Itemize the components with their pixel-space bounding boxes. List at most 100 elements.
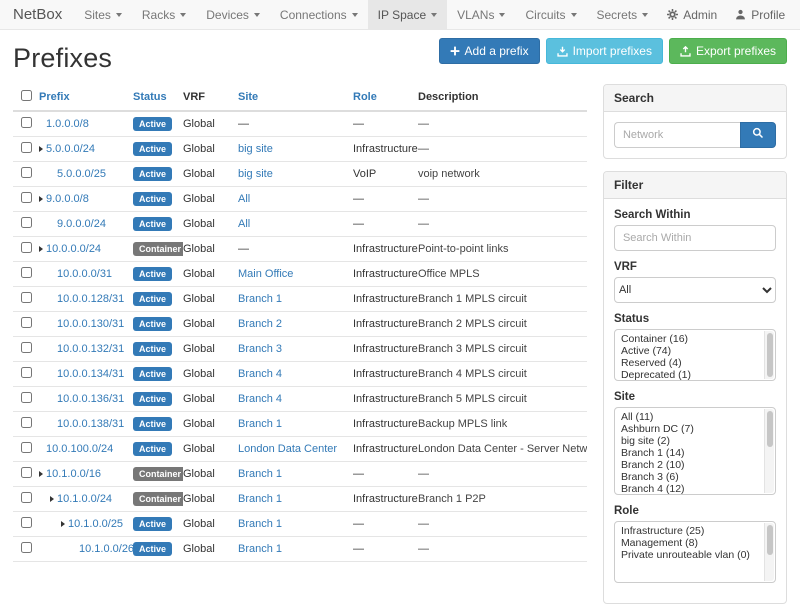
- row-checkbox[interactable]: [21, 217, 32, 228]
- prefix-link[interactable]: 5.0.0.0/24: [46, 143, 95, 155]
- nav-menu-item[interactable]: Devices: [196, 0, 270, 29]
- scrollbar[interactable]: [764, 409, 774, 493]
- search-input[interactable]: [614, 122, 740, 148]
- prefix-link[interactable]: 10.1.0.0/25: [68, 518, 123, 530]
- prefix-link[interactable]: 10.1.0.0/16: [46, 468, 101, 480]
- expand-arrow-icon[interactable]: [39, 471, 43, 477]
- column-header-status[interactable]: Status: [133, 84, 183, 111]
- prefix-link[interactable]: 10.1.0.0/26: [79, 543, 133, 555]
- prefix-link[interactable]: 10.0.0.0/31: [57, 268, 112, 280]
- prefix-link[interactable]: 9.0.0.0/8: [46, 193, 89, 205]
- nav-menu-item[interactable]: VLANs: [447, 0, 515, 29]
- nav-menu-item[interactable]: Circuits: [515, 0, 586, 29]
- row-checkbox[interactable]: [21, 367, 32, 378]
- prefix-link[interactable]: 10.0.0.132/31: [57, 343, 124, 355]
- row-checkbox[interactable]: [21, 467, 32, 478]
- prefix-link[interactable]: 10.1.0.0/24: [57, 493, 112, 505]
- site-link[interactable]: Branch 4: [238, 393, 282, 405]
- select-all-checkbox[interactable]: [21, 90, 32, 101]
- prefix-link[interactable]: 10.0.0.134/31: [57, 368, 124, 380]
- prefix-link[interactable]: 1.0.0.0/8: [46, 118, 89, 130]
- role-option[interactable]: Management (8): [621, 537, 760, 549]
- row-checkbox[interactable]: [21, 292, 32, 303]
- site-link[interactable]: All: [238, 218, 250, 230]
- status-option[interactable]: Container (16): [621, 333, 760, 345]
- prefix-link[interactable]: 5.0.0.0/25: [57, 168, 106, 180]
- add-prefix-button[interactable]: Add a prefix: [439, 38, 540, 64]
- row-checkbox[interactable]: [21, 417, 32, 428]
- admin-link[interactable]: Admin: [658, 0, 726, 29]
- nav-menu-item[interactable]: Racks: [132, 0, 196, 29]
- site-link[interactable]: big site: [238, 168, 273, 180]
- row-checkbox[interactable]: [21, 517, 32, 528]
- prefix-link[interactable]: 9.0.0.0/24: [57, 218, 106, 230]
- row-checkbox[interactable]: [21, 167, 32, 178]
- column-header-role[interactable]: Role: [353, 84, 418, 111]
- scrollbar[interactable]: [764, 331, 774, 379]
- site-link[interactable]: London Data Center: [238, 443, 337, 455]
- site-link[interactable]: Branch 3: [238, 343, 282, 355]
- expand-arrow-icon[interactable]: [39, 146, 43, 152]
- row-checkbox[interactable]: [21, 267, 32, 278]
- site-option[interactable]: All (11): [621, 411, 760, 423]
- expand-arrow-icon[interactable]: [39, 246, 43, 252]
- site-link[interactable]: Branch 2: [238, 318, 282, 330]
- site-link[interactable]: All: [238, 193, 250, 205]
- site-option[interactable]: Branch 3 (6): [621, 471, 760, 483]
- export-prefixes-button[interactable]: Export prefixes: [669, 38, 787, 64]
- site-option[interactable]: Branch 4 (12): [621, 483, 760, 495]
- netbox-logo[interactable]: NetBox: [13, 0, 74, 29]
- profile-link[interactable]: Profile: [726, 0, 794, 29]
- status-option[interactable]: Active (74): [621, 345, 760, 357]
- row-checkbox[interactable]: [21, 442, 32, 453]
- prefix-link[interactable]: 10.0.0.130/31: [57, 318, 124, 330]
- row-checkbox[interactable]: [21, 542, 32, 553]
- nav-menu-item[interactable]: Secrets: [587, 0, 659, 29]
- expand-arrow-icon[interactable]: [50, 496, 54, 502]
- site-link[interactable]: Branch 1: [238, 418, 282, 430]
- site-link[interactable]: big site: [238, 143, 273, 155]
- search-button[interactable]: [740, 122, 776, 148]
- site-link[interactable]: Branch 4: [238, 368, 282, 380]
- row-checkbox[interactable]: [21, 317, 32, 328]
- row-checkbox[interactable]: [21, 117, 32, 128]
- site-link[interactable]: Branch 1: [238, 293, 282, 305]
- row-checkbox[interactable]: [21, 192, 32, 203]
- prefix-link[interactable]: 10.0.0.128/31: [57, 293, 124, 305]
- expand-arrow-icon[interactable]: [39, 196, 43, 202]
- logout-link[interactable]: Log out: [794, 0, 800, 29]
- row-checkbox[interactable]: [21, 492, 32, 503]
- role-option[interactable]: Private unrouteable vlan (0): [621, 549, 760, 561]
- column-header-prefix[interactable]: Prefix: [39, 84, 133, 111]
- nav-menu-item[interactable]: Sites: [74, 0, 132, 29]
- site-link[interactable]: Branch 1: [238, 543, 282, 555]
- site-link[interactable]: Main Office: [238, 268, 293, 280]
- nav-menu-item[interactable]: IP Space: [368, 0, 447, 29]
- nav-menu-item[interactable]: Connections: [270, 0, 368, 29]
- site-option[interactable]: big site (2): [621, 435, 760, 447]
- prefix-link[interactable]: 10.0.0.0/24: [46, 243, 101, 255]
- status-option[interactable]: Deprecated (1): [621, 369, 760, 381]
- row-checkbox[interactable]: [21, 242, 32, 253]
- expand-arrow-icon[interactable]: [61, 521, 65, 527]
- row-checkbox[interactable]: [21, 142, 32, 153]
- prefix-link[interactable]: 10.0.0.138/31: [57, 418, 124, 430]
- vrf-select[interactable]: All: [614, 277, 776, 303]
- scrollbar[interactable]: [764, 523, 774, 581]
- import-prefixes-button[interactable]: Import prefixes: [546, 38, 663, 64]
- search-within-input[interactable]: [614, 225, 776, 251]
- status-option[interactable]: Reserved (4): [621, 357, 760, 369]
- role-option[interactable]: Infrastructure (25): [621, 525, 760, 537]
- site-option[interactable]: Ashburn DC (7): [621, 423, 760, 435]
- prefix-link[interactable]: 10.0.100.0/24: [46, 443, 113, 455]
- site-option[interactable]: Branch 2 (10): [621, 459, 760, 471]
- description-cell: —: [418, 537, 587, 562]
- site-option[interactable]: Branch 1 (14): [621, 447, 760, 459]
- prefix-link[interactable]: 10.0.0.136/31: [57, 393, 124, 405]
- row-checkbox[interactable]: [21, 342, 32, 353]
- site-link[interactable]: Branch 1: [238, 468, 282, 480]
- row-checkbox[interactable]: [21, 392, 32, 403]
- site-link[interactable]: Branch 1: [238, 518, 282, 530]
- column-header-site[interactable]: Site: [238, 84, 353, 111]
- site-link[interactable]: Branch 1: [238, 493, 282, 505]
